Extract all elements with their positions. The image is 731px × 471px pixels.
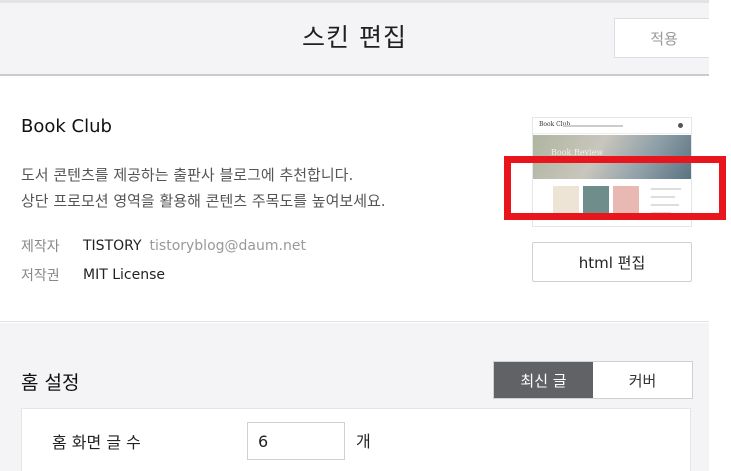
header-bar: 스킨 편집 적용 bbox=[0, 0, 709, 76]
apply-button[interactable]: 적용 bbox=[614, 18, 709, 58]
tab-latest-posts[interactable]: 최신 글 bbox=[494, 362, 593, 398]
post-count-unit: 개 bbox=[356, 432, 371, 451]
license-row: 저작권 MIT License bbox=[21, 265, 165, 285]
home-settings-title: 홈 설정 bbox=[21, 372, 80, 394]
skin-name: Book Club bbox=[21, 116, 112, 137]
header-top-line bbox=[0, 0, 709, 3]
license-label: 저작권 bbox=[21, 268, 60, 284]
highlight-box bbox=[504, 156, 726, 220]
page-title: 스킨 편집 bbox=[302, 23, 407, 52]
post-count-input[interactable] bbox=[247, 422, 345, 460]
license-value: MIT License bbox=[83, 267, 165, 283]
author-name: TISTORY bbox=[83, 238, 142, 254]
home-settings-card: 홈 화면 글 수 개 bbox=[21, 408, 691, 471]
home-settings-section: 홈 설정 최신 글 커버 홈 화면 글 수 개 bbox=[0, 323, 709, 471]
right-margin bbox=[709, 0, 731, 471]
skin-editor-page: 스킨 편집 적용 Book Club 도서 콘텐츠를 제공하는 출판사 블로그에… bbox=[0, 0, 709, 471]
html-edit-button[interactable]: html 편집 bbox=[532, 242, 692, 282]
thumbnail-menu-icon bbox=[678, 123, 683, 128]
skin-description-line-1: 도서 콘텐츠를 제공하는 출판사 블로그에 추천합니다. bbox=[21, 166, 354, 184]
author-label: 제작자 bbox=[21, 239, 60, 255]
thumbnail-nav bbox=[563, 125, 623, 127]
author-email: tistoryblog@daum.net bbox=[149, 238, 306, 254]
author-row: 제작자 TISTORY tistoryblog@daum.net bbox=[21, 236, 306, 256]
post-count-label: 홈 화면 글 수 bbox=[52, 433, 141, 452]
skin-description: 도서 콘텐츠를 제공하는 출판사 블로그에 추천합니다. 상단 프로모션 영역을… bbox=[21, 162, 386, 214]
skin-description-line-2: 상단 프로모션 영역을 활용해 콘텐츠 주목도를 높여보세요. bbox=[21, 192, 386, 210]
home-type-toggle: 최신 글 커버 bbox=[493, 361, 693, 399]
tab-cover[interactable]: 커버 bbox=[593, 362, 692, 398]
